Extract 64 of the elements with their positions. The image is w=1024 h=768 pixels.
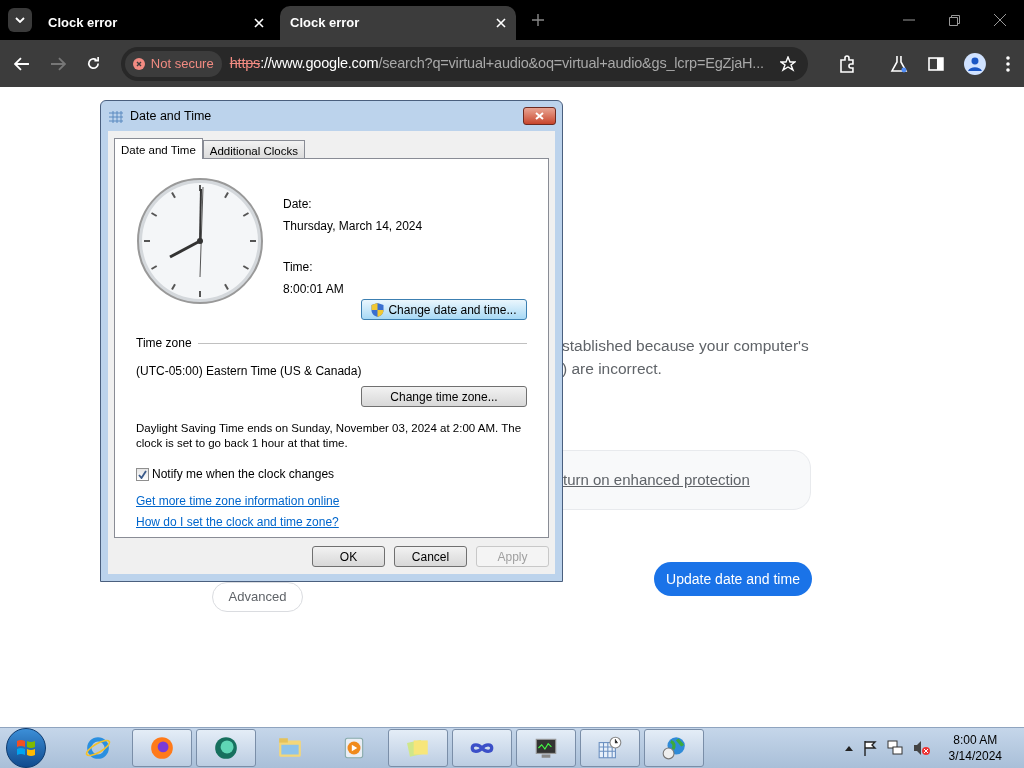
browser-tab[interactable]: Clock error	[280, 6, 516, 40]
taskbar-app[interactable]	[132, 729, 192, 767]
error-text: stablished because your computer's ) are incorrect.	[562, 336, 810, 379]
start-button[interactable]	[6, 728, 46, 768]
dst-note: Daylight Saving Time ends on Sunday, November 03, 2024 at 2:00 AM. The clock is set to go back 1 hour at that time.	[136, 421, 523, 451]
chat-bubble-icon	[213, 735, 239, 761]
close-button[interactable]	[523, 107, 556, 125]
time-zone-heading: Time zone	[136, 335, 192, 352]
restore-icon[interactable]	[949, 14, 960, 26]
flask-icon[interactable]	[890, 54, 909, 73]
reload-icon[interactable]	[85, 56, 101, 71]
taskbar-app[interactable]	[452, 729, 512, 767]
tab-title: Clock error	[48, 14, 118, 33]
tab-menu-button[interactable]	[8, 8, 32, 32]
checkmark-icon	[138, 469, 147, 479]
chevron-down-icon	[15, 17, 25, 23]
date-label: Date:	[283, 196, 313, 213]
profile-avatar-icon[interactable]	[964, 52, 986, 75]
star-icon[interactable]	[780, 55, 797, 72]
side-panel-icon[interactable]	[928, 55, 945, 72]
new-tab-icon[interactable]	[532, 14, 544, 26]
time-label: Time:	[283, 259, 314, 276]
dialog-tab[interactable]: Date and Time	[114, 138, 203, 159]
time-zone-value: (UTC-05:00) Eastern Time (US & Canada)	[136, 363, 363, 380]
time-value: 8:00:01 AM	[283, 281, 345, 298]
change-date-time-button[interactable]: Change date and time...	[361, 299, 527, 320]
update-date-time-button[interactable]: Update date and time	[654, 562, 812, 596]
flag-icon[interactable]	[862, 740, 877, 756]
forward-arrow-icon[interactable]	[49, 56, 66, 71]
firefox-icon	[149, 735, 175, 761]
dialog-tab[interactable]: Additional Clocks	[202, 140, 305, 158]
change-time-zone-button[interactable]: Change time zone...	[361, 386, 527, 407]
address-bar[interactable]: Not secure https://www.google.com/search?q=virtual+audio&oq=virtual+audio&gs_lcrp=EgZjaH...	[120, 46, 809, 81]
taskbar-app[interactable]	[516, 729, 576, 767]
security-chip[interactable]: Not secure	[124, 50, 222, 77]
close-icon[interactable]	[994, 14, 1006, 26]
globe-clock-icon	[661, 735, 687, 761]
dialog-button[interactable]: OK	[312, 546, 385, 567]
speaker-muted-icon[interactable]	[912, 740, 931, 756]
url-text: https://www.google.com/search?q=virtual+audio&oq=virtual+audio&gs_lcrp=EgZjaH...	[229, 53, 764, 73]
warning-icon	[132, 57, 145, 70]
notify-checkbox[interactable]: Notify me when the clock changes	[136, 465, 527, 483]
calendar-icon	[108, 108, 124, 124]
ie-icon	[85, 735, 111, 761]
taskbar-app[interactable]	[196, 729, 256, 767]
shield-icon	[371, 302, 385, 317]
window-title: Date and Time	[130, 107, 212, 125]
back-arrow-icon[interactable]	[14, 56, 30, 71]
checkbox[interactable]	[136, 467, 149, 481]
system-clock[interactable]: 8:00 AM 3/14/2024	[948, 732, 1002, 764]
help-link[interactable]: How do I set the clock and time zone?	[136, 513, 339, 531]
close-icon	[535, 112, 544, 120]
enhanced-protection-link[interactable]: turn on enhanced protection	[563, 468, 750, 492]
more-menu-icon[interactable]	[1006, 55, 1010, 72]
dialog-button[interactable]: Cancel	[394, 546, 467, 567]
chevron-up-icon[interactable]	[844, 745, 853, 751]
puzzle-icon[interactable]	[838, 54, 857, 73]
help-link[interactable]: Get more time zone information online	[136, 492, 340, 510]
windows-logo-icon	[16, 739, 36, 757]
network-icon[interactable]	[886, 740, 903, 756]
calendar-clock-icon	[597, 735, 623, 761]
date-value: Thursday, March 14, 2024	[283, 218, 423, 235]
security-label: Not secure	[150, 54, 214, 73]
tab-title: Clock error	[290, 14, 360, 33]
